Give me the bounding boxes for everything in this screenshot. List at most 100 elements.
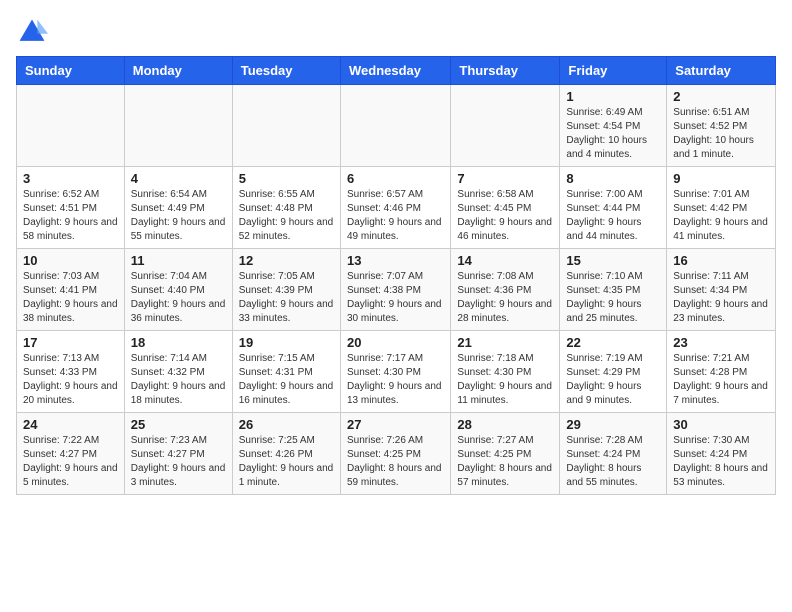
day-number: 12 [239, 253, 334, 268]
day-number: 29 [566, 417, 660, 432]
day-info: Sunrise: 7:00 AM Sunset: 4:44 PM Dayligh… [566, 188, 660, 244]
day-number: 20 [347, 335, 444, 350]
calendar-cell [340, 85, 450, 167]
day-number: 15 [566, 253, 660, 268]
calendar-cell: 23 Sunrise: 7:21 AM Sunset: 4:28 PM Dayli… [667, 331, 776, 413]
calendar-cell: 18 Sunrise: 7:14 AM Sunset: 4:32 PM Dayli… [124, 331, 232, 413]
column-header-friday: Friday [560, 57, 667, 85]
day-info: Sunrise: 6:51 AM Sunset: 4:52 PM Dayligh… [673, 106, 769, 162]
day-info: Sunrise: 7:27 AM Sunset: 4:25 PM Dayligh… [457, 434, 553, 490]
calendar-cell: 24 Sunrise: 7:22 AM Sunset: 4:27 PM Dayli… [17, 413, 125, 495]
calendar-week-2: 3Sunrise: 6:52 AM Sunset: 4:51 PM Daylig… [17, 167, 776, 249]
day-info: Sunrise: 6:54 AM Sunset: 4:49 PM Dayligh… [131, 188, 226, 244]
logo [16, 16, 52, 48]
calendar-cell [124, 85, 232, 167]
calendar-week-5: 24 Sunrise: 7:22 AM Sunset: 4:27 PM Dayli… [17, 413, 776, 495]
calendar-cell: 30 Sunrise: 7:30 AM Sunset: 4:24 PM Dayli… [667, 413, 776, 495]
day-number: 22 [566, 335, 660, 350]
calendar-week-1: 1 Sunrise: 6:49 AM Sunset: 4:54 PM Daylig… [17, 85, 776, 167]
calendar-cell: 6 Sunrise: 6:57 AM Sunset: 4:46 PM Daylig… [340, 167, 450, 249]
day-number: 26 [239, 417, 334, 432]
header [16, 16, 776, 48]
calendar-cell: 8 Sunrise: 7:00 AM Sunset: 4:44 PM Daylig… [560, 167, 667, 249]
column-header-saturday: Saturday [667, 57, 776, 85]
calendar-cell: 14Sunrise: 7:08 AM Sunset: 4:36 PM Dayli… [451, 249, 560, 331]
day-info: Sunrise: 7:10 AM Sunset: 4:35 PM Dayligh… [566, 270, 660, 326]
day-info: Sunrise: 6:57 AM Sunset: 4:46 PM Dayligh… [347, 188, 444, 244]
column-header-tuesday: Tuesday [232, 57, 340, 85]
calendar-cell: 11 Sunrise: 7:04 AM Sunset: 4:40 PM Dayli… [124, 249, 232, 331]
day-info: Sunrise: 7:05 AM Sunset: 4:39 PM Dayligh… [239, 270, 334, 326]
calendar-cell: 25Sunrise: 7:23 AM Sunset: 4:27 PM Dayli… [124, 413, 232, 495]
day-number: 28 [457, 417, 553, 432]
day-info: Sunrise: 7:30 AM Sunset: 4:24 PM Dayligh… [673, 434, 769, 490]
day-number: 4 [131, 171, 226, 186]
day-info: Sunrise: 7:23 AM Sunset: 4:27 PM Dayligh… [131, 434, 226, 490]
day-number: 7 [457, 171, 553, 186]
calendar-cell: 15 Sunrise: 7:10 AM Sunset: 4:35 PM Dayli… [560, 249, 667, 331]
day-number: 6 [347, 171, 444, 186]
day-number: 10 [23, 253, 118, 268]
day-info: Sunrise: 6:55 AM Sunset: 4:48 PM Dayligh… [239, 188, 334, 244]
calendar-cell [232, 85, 340, 167]
calendar-cell: 21Sunrise: 7:18 AM Sunset: 4:30 PM Dayli… [451, 331, 560, 413]
column-header-wednesday: Wednesday [340, 57, 450, 85]
day-info: Sunrise: 6:52 AM Sunset: 4:51 PM Dayligh… [23, 188, 118, 244]
day-info: Sunrise: 7:18 AM Sunset: 4:30 PM Dayligh… [457, 352, 553, 408]
day-info: Sunrise: 7:01 AM Sunset: 4:42 PM Dayligh… [673, 188, 769, 244]
calendar-cell: 13 Sunrise: 7:07 AM Sunset: 4:38 PM Dayli… [340, 249, 450, 331]
calendar-cell: 7Sunrise: 6:58 AM Sunset: 4:45 PM Daylig… [451, 167, 560, 249]
column-header-sunday: Sunday [17, 57, 125, 85]
logo-icon [16, 16, 48, 48]
calendar-cell [451, 85, 560, 167]
day-info: Sunrise: 7:04 AM Sunset: 4:40 PM Dayligh… [131, 270, 226, 326]
calendar-table: SundayMondayTuesdayWednesdayThursdayFrid… [16, 56, 776, 495]
calendar-cell: 29 Sunrise: 7:28 AM Sunset: 4:24 PM Dayli… [560, 413, 667, 495]
day-number: 5 [239, 171, 334, 186]
day-info: Sunrise: 7:21 AM Sunset: 4:28 PM Dayligh… [673, 352, 769, 408]
day-info: Sunrise: 7:25 AM Sunset: 4:26 PM Dayligh… [239, 434, 334, 490]
day-info: Sunrise: 7:19 AM Sunset: 4:29 PM Dayligh… [566, 352, 660, 408]
column-header-thursday: Thursday [451, 57, 560, 85]
calendar-cell: 12 Sunrise: 7:05 AM Sunset: 4:39 PM Dayli… [232, 249, 340, 331]
calendar-cell: 3Sunrise: 6:52 AM Sunset: 4:51 PM Daylig… [17, 167, 125, 249]
day-number: 24 [23, 417, 118, 432]
day-info: Sunrise: 7:13 AM Sunset: 4:33 PM Dayligh… [23, 352, 118, 408]
day-number: 8 [566, 171, 660, 186]
day-number: 13 [347, 253, 444, 268]
day-number: 14 [457, 253, 553, 268]
day-info: Sunrise: 7:11 AM Sunset: 4:34 PM Dayligh… [673, 270, 769, 326]
calendar-cell: 19 Sunrise: 7:15 AM Sunset: 4:31 PM Dayli… [232, 331, 340, 413]
calendar-cell: 26 Sunrise: 7:25 AM Sunset: 4:26 PM Dayli… [232, 413, 340, 495]
day-info: Sunrise: 7:14 AM Sunset: 4:32 PM Dayligh… [131, 352, 226, 408]
calendar-cell: 10 Sunrise: 7:03 AM Sunset: 4:41 PM Dayli… [17, 249, 125, 331]
calendar-cell [17, 85, 125, 167]
day-number: 16 [673, 253, 769, 268]
calendar-cell: 28 Sunrise: 7:27 AM Sunset: 4:25 PM Dayli… [451, 413, 560, 495]
day-number: 2 [673, 89, 769, 104]
calendar-cell: 20 Sunrise: 7:17 AM Sunset: 4:30 PM Dayli… [340, 331, 450, 413]
day-info: Sunrise: 7:15 AM Sunset: 4:31 PM Dayligh… [239, 352, 334, 408]
calendar-cell: 22 Sunrise: 7:19 AM Sunset: 4:29 PM Dayli… [560, 331, 667, 413]
day-info: Sunrise: 7:07 AM Sunset: 4:38 PM Dayligh… [347, 270, 444, 326]
day-number: 1 [566, 89, 660, 104]
day-number: 18 [131, 335, 226, 350]
calendar-cell: 5 Sunrise: 6:55 AM Sunset: 4:48 PM Daylig… [232, 167, 340, 249]
day-info: Sunrise: 6:49 AM Sunset: 4:54 PM Dayligh… [566, 106, 660, 162]
column-header-monday: Monday [124, 57, 232, 85]
day-number: 19 [239, 335, 334, 350]
calendar-cell: 4 Sunrise: 6:54 AM Sunset: 4:49 PM Daylig… [124, 167, 232, 249]
day-info: Sunrise: 7:17 AM Sunset: 4:30 PM Dayligh… [347, 352, 444, 408]
day-info: Sunrise: 7:28 AM Sunset: 4:24 PM Dayligh… [566, 434, 660, 490]
calendar-cell: 2 Sunrise: 6:51 AM Sunset: 4:52 PM Daylig… [667, 85, 776, 167]
day-number: 9 [673, 171, 769, 186]
calendar-week-3: 10 Sunrise: 7:03 AM Sunset: 4:41 PM Dayli… [17, 249, 776, 331]
calendar-week-4: 17Sunrise: 7:13 AM Sunset: 4:33 PM Dayli… [17, 331, 776, 413]
calendar-cell: 16 Sunrise: 7:11 AM Sunset: 4:34 PM Dayli… [667, 249, 776, 331]
day-number: 11 [131, 253, 226, 268]
day-number: 30 [673, 417, 769, 432]
day-info: Sunrise: 7:22 AM Sunset: 4:27 PM Dayligh… [23, 434, 118, 490]
day-number: 23 [673, 335, 769, 350]
day-info: Sunrise: 7:03 AM Sunset: 4:41 PM Dayligh… [23, 270, 118, 326]
calendar-cell: 27Sunrise: 7:26 AM Sunset: 4:25 PM Dayli… [340, 413, 450, 495]
